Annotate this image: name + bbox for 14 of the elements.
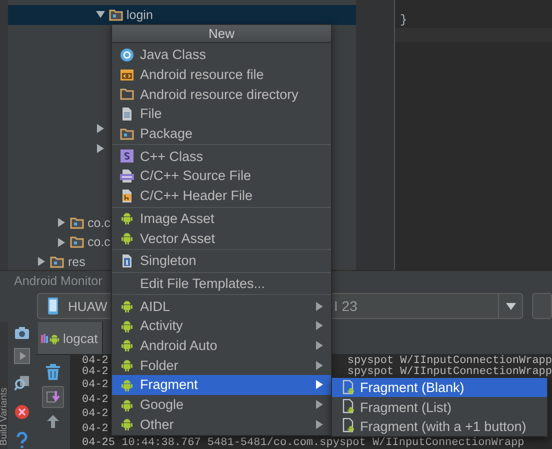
log-line: 04-2 — [82, 356, 108, 367]
panel-title: Android Monitor — [14, 274, 102, 288]
log-line: 04-2 — [82, 409, 108, 421]
device-name: HUAW — [68, 298, 108, 314]
log-line: 04-2 — [82, 424, 108, 436]
log-line: spyspot W/IInputConnectionWrapp — [347, 356, 552, 367]
log-line: 04-2 — [82, 380, 108, 392]
log-line: spyspot W/IInputConnectionWrapp — [347, 367, 552, 379]
log-line: 04-2 — [82, 367, 108, 379]
menu-title: New — [112, 25, 331, 43]
log-line: 04-2 — [82, 394, 108, 406]
device-api-level: I 23 — [334, 298, 358, 314]
log-line: 04-25 10:44:38.767 5481-5481/co.com.spyspot W/IInputConnectionWrapp — [82, 437, 524, 449]
code-line: } — [399, 13, 408, 28]
